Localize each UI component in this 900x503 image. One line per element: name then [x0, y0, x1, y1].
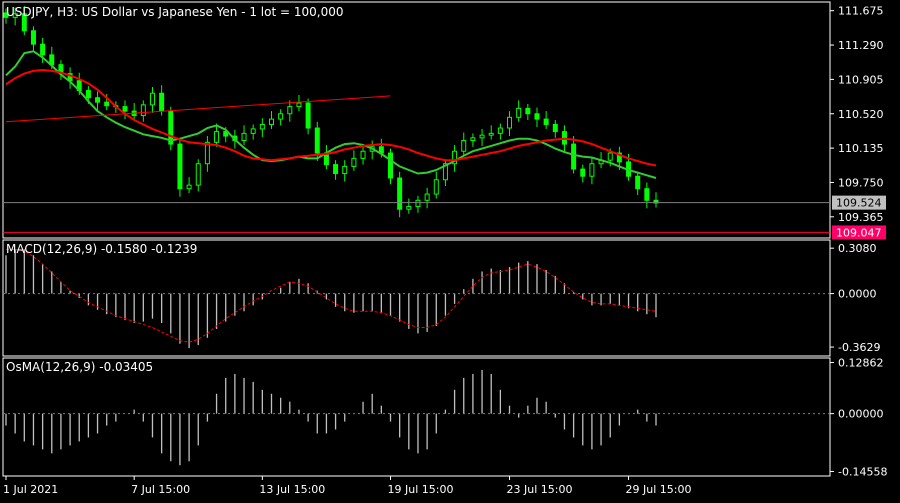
candle-body — [314, 127, 320, 154]
time-tick-label: 23 Jul 15:00 — [507, 483, 573, 496]
chart-svg[interactable]: 111.675 111.290 110.905 110.520 110.135 109.7… — [0, 0, 900, 500]
ma-fast-line — [5, 50, 657, 179]
osma-label: OsMA(12,26,9) -0.03405 — [6, 360, 153, 374]
price-tick-label: 109.365 — [838, 211, 884, 224]
candle-body — [607, 152, 613, 161]
candle-body — [534, 113, 540, 120]
candle-body — [186, 184, 192, 190]
price-tick-label: 110.135 — [838, 142, 884, 155]
price-tick-label: 111.675 — [838, 5, 884, 18]
candle-body — [552, 123, 558, 133]
candle-body — [214, 131, 220, 143]
candle-body — [424, 193, 430, 201]
candle-body — [287, 106, 293, 115]
candle-body — [635, 175, 641, 190]
bid-price-label: 109.524 — [836, 197, 882, 210]
osma-panel-frame — [2, 357, 831, 477]
candle-body — [415, 199, 421, 208]
candle-body — [241, 132, 247, 142]
candle-body — [278, 113, 284, 120]
candle-body — [140, 104, 146, 117]
candle-body — [351, 157, 357, 167]
candle-body — [516, 107, 522, 118]
candle-body — [461, 140, 467, 152]
candle-body — [85, 90, 91, 99]
candle-body — [159, 92, 165, 112]
candle-body — [122, 106, 128, 112]
macd-label: MACD(12,26,9) -0.1580 -0.1239 — [6, 242, 197, 256]
candle-body — [30, 30, 36, 45]
price-tick-label: 111.290 — [838, 39, 884, 52]
candle-body — [497, 127, 503, 134]
price-tick-label: 110.905 — [838, 73, 884, 86]
candle-body — [296, 102, 302, 108]
candle-body — [333, 164, 339, 175]
candle-body — [507, 116, 513, 129]
candle-body — [388, 152, 394, 179]
candle-body — [195, 163, 201, 186]
macd-panel-frame — [2, 239, 831, 357]
candle-body — [488, 132, 494, 136]
macd-tick-label: 0.0000 — [838, 288, 877, 301]
candle-body — [177, 143, 183, 190]
candle-body — [268, 118, 274, 125]
candle-body — [40, 43, 46, 56]
candle-body — [580, 168, 586, 177]
candle-body — [397, 177, 403, 210]
candle-body — [644, 188, 650, 201]
time-tick-label: 7 Jul 15:00 — [131, 483, 190, 496]
osma-tick-label: 0.00000 — [838, 408, 884, 421]
candle-body — [571, 143, 577, 170]
trendline[interactable] — [5, 95, 391, 123]
time-tick-label: 29 Jul 15:00 — [626, 483, 692, 496]
macd-signal-line — [6, 248, 657, 343]
trading-chart[interactable]: 111.675 111.290 110.905 110.520 110.135 109.7… — [0, 0, 900, 500]
chart-title: USDJPY, H3: US Dollar vs Japanese Yen - … — [6, 5, 343, 19]
candle-body — [104, 101, 110, 107]
candle-body — [305, 102, 311, 129]
macd-tick-label: 0.3080 — [838, 242, 877, 255]
candle-body — [342, 165, 348, 175]
candle-body — [433, 179, 439, 195]
candle-body — [149, 92, 155, 106]
candle-body — [250, 128, 256, 134]
candle-body — [525, 107, 531, 115]
price-tick-label: 109.750 — [838, 176, 884, 189]
candle-body — [470, 137, 476, 142]
macd-tick-label: -0.3629 — [838, 341, 880, 354]
price-tick-label: 110.520 — [838, 108, 884, 121]
level-label: 109.047 — [836, 226, 882, 239]
candle-body — [479, 134, 485, 139]
candle-body — [589, 163, 595, 177]
time-tick-label: 19 Jul 15:00 — [388, 483, 454, 496]
candle-body — [406, 206, 412, 210]
candle-body — [95, 97, 101, 103]
candle-body — [543, 118, 549, 125]
time-tick-label: 13 Jul 15:00 — [259, 483, 325, 496]
osma-tick-label: -0.14558 — [838, 465, 887, 478]
candle-body — [360, 150, 366, 159]
candle-body — [204, 141, 210, 165]
time-tick-label: 1 Jul 2021 — [3, 483, 58, 496]
candle-body — [259, 123, 265, 130]
osma-tick-label: 0.12862 — [838, 357, 884, 370]
